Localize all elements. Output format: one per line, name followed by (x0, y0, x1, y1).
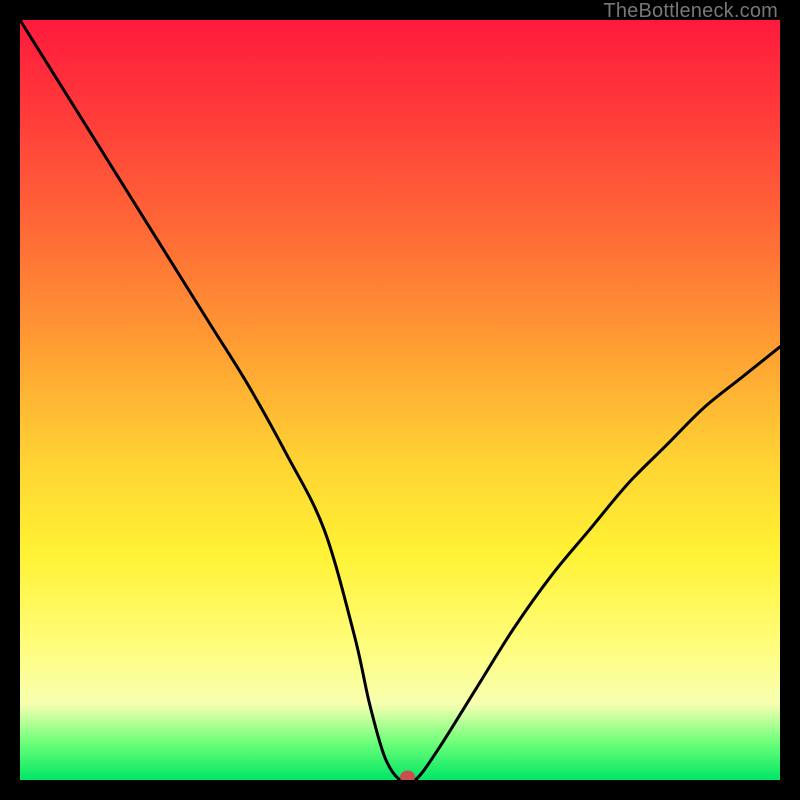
plot-area (20, 20, 780, 780)
chart-frame: TheBottleneck.com (0, 0, 800, 800)
marker-dot (401, 771, 415, 780)
bottleneck-curve (20, 20, 780, 780)
watermark-text: TheBottleneck.com (603, 0, 778, 23)
chart-svg (20, 20, 780, 780)
